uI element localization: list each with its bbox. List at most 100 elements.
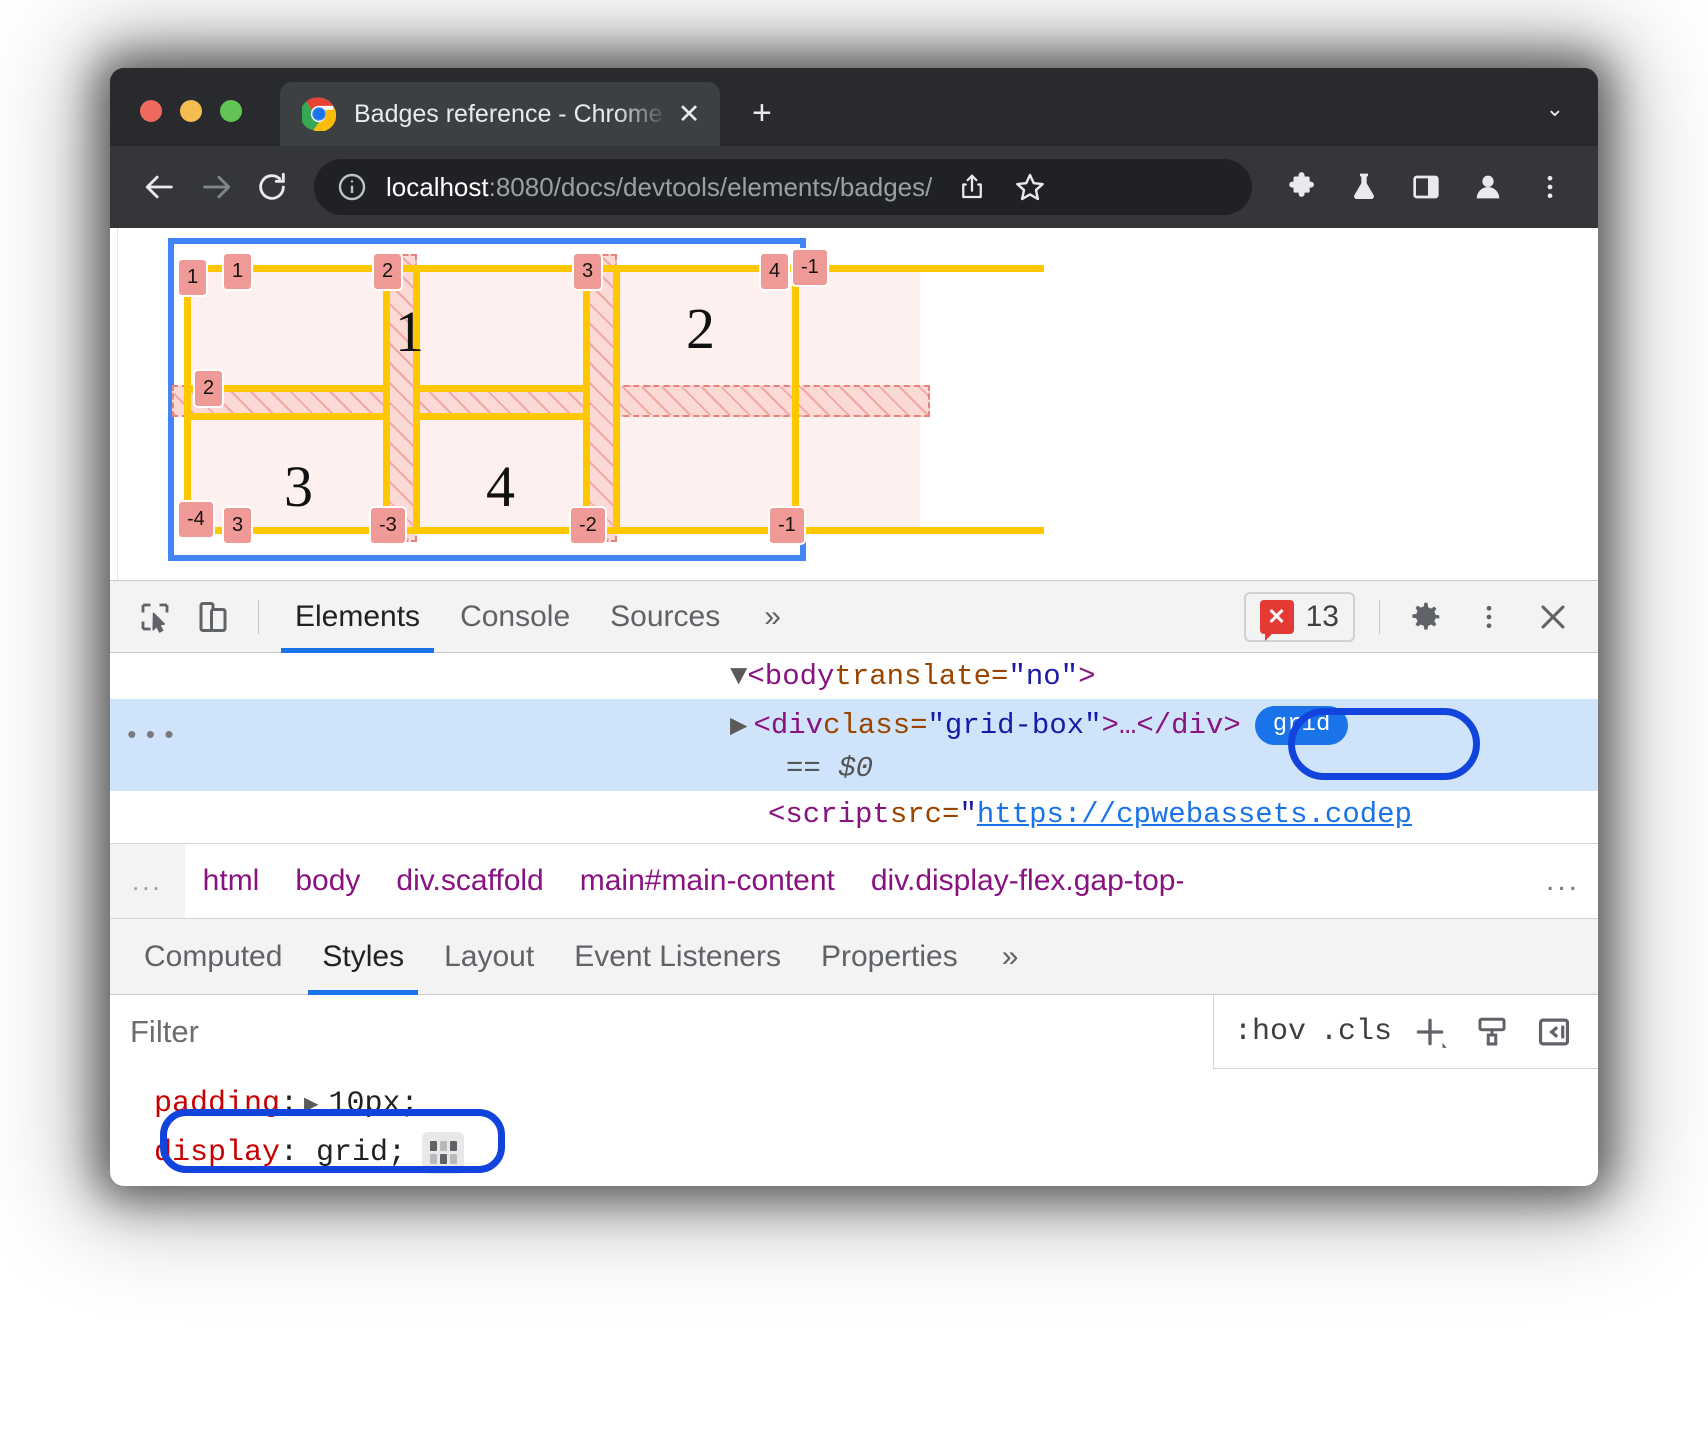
grid-line-badge-top-minus1: -1 <box>791 248 829 287</box>
window-traffic-lights <box>140 100 242 122</box>
tab-elements[interactable]: Elements <box>275 581 440 653</box>
extensions-puzzle-icon[interactable] <box>1276 161 1328 213</box>
page-viewport: 1 2 3 4 1 1 2 3 4 -1 2 -4 3 -3 -2 -1 <box>110 228 1598 580</box>
declaration-padding[interactable]: padding: ▶ 10px; <box>154 1079 1598 1128</box>
grid-line-badge-top-neg: 1 <box>177 258 208 297</box>
grid-line-badge-bottom-minus3: -3 <box>369 506 407 545</box>
styles-filter-actions: :hov .cls <box>1213 995 1598 1069</box>
inspect-cursor-icon[interactable] <box>126 588 184 646</box>
chrome-menu-kebab-icon[interactable] <box>1524 161 1576 213</box>
breadcrumb-item-html[interactable]: html <box>185 864 278 898</box>
tab-styles[interactable]: Styles <box>302 919 424 995</box>
breadcrumb-item-div-display-flex[interactable]: div.display-flex.gap-top-300.lg <box>853 864 1183 898</box>
new-tab-button[interactable]: + <box>752 96 772 130</box>
side-panel-icon[interactable] <box>1400 161 1452 213</box>
dom-tag-div: <div <box>753 709 823 742</box>
bookmark-star-icon[interactable] <box>1004 161 1056 213</box>
address-bar[interactable]: localhost:8080/docs/devtools/elements/ba… <box>314 159 1252 215</box>
devtools-panel: Elements Console Sources » ✕ 13 <box>110 580 1598 1186</box>
profile-avatar-icon[interactable] <box>1462 161 1514 213</box>
styles-declarations: padding: ▶ 10px; display: grid; grid-gap… <box>110 1069 1598 1186</box>
hov-toggle[interactable]: :hov <box>1234 1015 1306 1049</box>
grid-line-row-2c <box>186 413 390 420</box>
grid-element-outline: 1 2 3 4 1 1 2 3 4 -1 2 -4 3 -3 -2 -1 <box>168 238 806 561</box>
tab-event-listeners[interactable]: Event Listeners <box>554 919 801 995</box>
tab-properties[interactable]: Properties <box>801 919 978 995</box>
more-tabs-icon[interactable]: » <box>740 600 805 634</box>
grid-line-badge-left-2: 2 <box>193 369 224 408</box>
declaration-display[interactable]: display: grid; <box>154 1128 1598 1177</box>
grid-cell-number-1: 1 <box>395 303 424 361</box>
share-icon[interactable] <box>946 161 998 213</box>
dom-row-overflow-ellipsis[interactable]: ••• <box>124 721 180 751</box>
browser-toolbar: localhost:8080/docs/devtools/elements/ba… <box>110 146 1598 228</box>
dom-attr-translate: translate= <box>834 660 1008 693</box>
devtools-tabbar: Elements Console Sources » ✕ 13 <box>110 581 1598 653</box>
expand-caret-grid-box[interactable]: ▶ <box>730 707 747 743</box>
grid-overlay-toggle-icon[interactable] <box>422 1132 464 1174</box>
error-divider <box>1379 600 1380 634</box>
gear-icon[interactable] <box>1396 588 1454 646</box>
dom-tag-div-close: >…</div> <box>1102 709 1241 742</box>
maximize-window-button[interactable] <box>220 100 242 122</box>
panel-collapse-icon[interactable] <box>1530 1008 1578 1056</box>
minimize-window-button[interactable] <box>180 100 202 122</box>
cls-toggle[interactable]: .cls <box>1320 1015 1392 1049</box>
error-count-badge[interactable]: ✕ 13 <box>1244 592 1355 642</box>
close-window-button[interactable] <box>140 100 162 122</box>
info-circle-icon[interactable] <box>336 171 368 203</box>
tab-title: Badges reference - Chrome DevTools <box>354 100 672 129</box>
grid-line-badge-top-3: 3 <box>572 252 603 291</box>
back-arrow-icon[interactable] <box>132 159 188 215</box>
expand-triangle-padding[interactable]: ▶ <box>304 1089 318 1119</box>
breadcrumb-overflow-left[interactable]: ... <box>110 844 185 918</box>
toolbar-extension-icons <box>1276 161 1576 213</box>
forward-arrow-icon[interactable] <box>188 159 244 215</box>
pane-more-tabs-icon[interactable]: » <box>978 940 1043 974</box>
reload-icon[interactable] <box>244 159 300 215</box>
declaration-value-display: grid; <box>316 1136 406 1170</box>
grid-line-row-2d <box>413 413 589 420</box>
omnibox-actions <box>946 161 1056 213</box>
grid-line-badge-bottom-3: 3 <box>222 506 253 545</box>
tab-console[interactable]: Console <box>440 581 590 653</box>
breadcrumb-item-main[interactable]: main#main-content <box>562 864 853 898</box>
dom-script-src-link[interactable]: https://cpwebassets.codep <box>977 798 1412 831</box>
declaration-grid-gap[interactable]: grid-gap: ▶ 10px; <box>154 1177 1598 1186</box>
grid-cell-number-4: 4 <box>486 458 515 516</box>
breadcrumb-item-div-scaffold[interactable]: div.scaffold <box>378 864 561 898</box>
chevron-down-icon[interactable]: ⌄ <box>1546 96 1564 122</box>
dom-tag-body: <body <box>747 660 834 693</box>
expand-caret-body[interactable]: ▼ <box>730 660 747 693</box>
grid-container-fill: 1 2 3 4 <box>186 268 920 530</box>
declaration-value-padding: 10px; <box>329 1087 419 1121</box>
browser-tab[interactable]: Badges reference - Chrome DevTools ✕ <box>280 82 720 146</box>
grid-line-badge-bottom-minus2: -2 <box>569 506 607 545</box>
device-toolbar-icon[interactable] <box>184 588 242 646</box>
close-icon[interactable] <box>1524 588 1582 646</box>
error-x-icon: ✕ <box>1260 600 1294 634</box>
paintbrush-icon[interactable] <box>1468 1008 1516 1056</box>
tab-computed[interactable]: Computed <box>124 919 302 995</box>
tab-layout[interactable]: Layout <box>424 919 554 995</box>
plus-icon[interactable] <box>1406 1008 1454 1056</box>
dom-tree: ▼ <body translate="no"> ••• ▶ <div class… <box>110 653 1598 843</box>
experiments-flask-icon[interactable] <box>1338 161 1390 213</box>
tab-sources[interactable]: Sources <box>590 581 740 653</box>
dom-attrvalue-class: "grid-box" <box>928 709 1102 742</box>
grid-cell-number-3: 3 <box>284 458 313 516</box>
grid-badge-annotation-ring <box>1288 708 1480 780</box>
dom-row-body[interactable]: ▼ <body translate="no"> <box>110 653 1598 699</box>
url-path: :8080/docs/devtools/elements/badges/ <box>489 172 933 202</box>
breadcrumb-overflow-right[interactable]: ... <box>1528 864 1598 898</box>
dom-attr-class: class= <box>823 709 927 742</box>
browser-window: Badges reference - Chrome DevTools ✕ + ⌄… <box>110 68 1598 1186</box>
chrome-logo-icon <box>302 97 336 131</box>
breadcrumb-item-body[interactable]: body <box>277 864 378 898</box>
grid-line-col-1 <box>184 265 191 531</box>
tab-close-icon[interactable]: ✕ <box>672 101 706 128</box>
filter-input[interactable] <box>110 995 1213 1069</box>
dom-row-script[interactable]: <script src="https://cpwebassets.codep <box>110 791 1598 837</box>
grid-line-badge-top-2: 2 <box>372 252 403 291</box>
more-vertical-icon[interactable] <box>1460 588 1518 646</box>
